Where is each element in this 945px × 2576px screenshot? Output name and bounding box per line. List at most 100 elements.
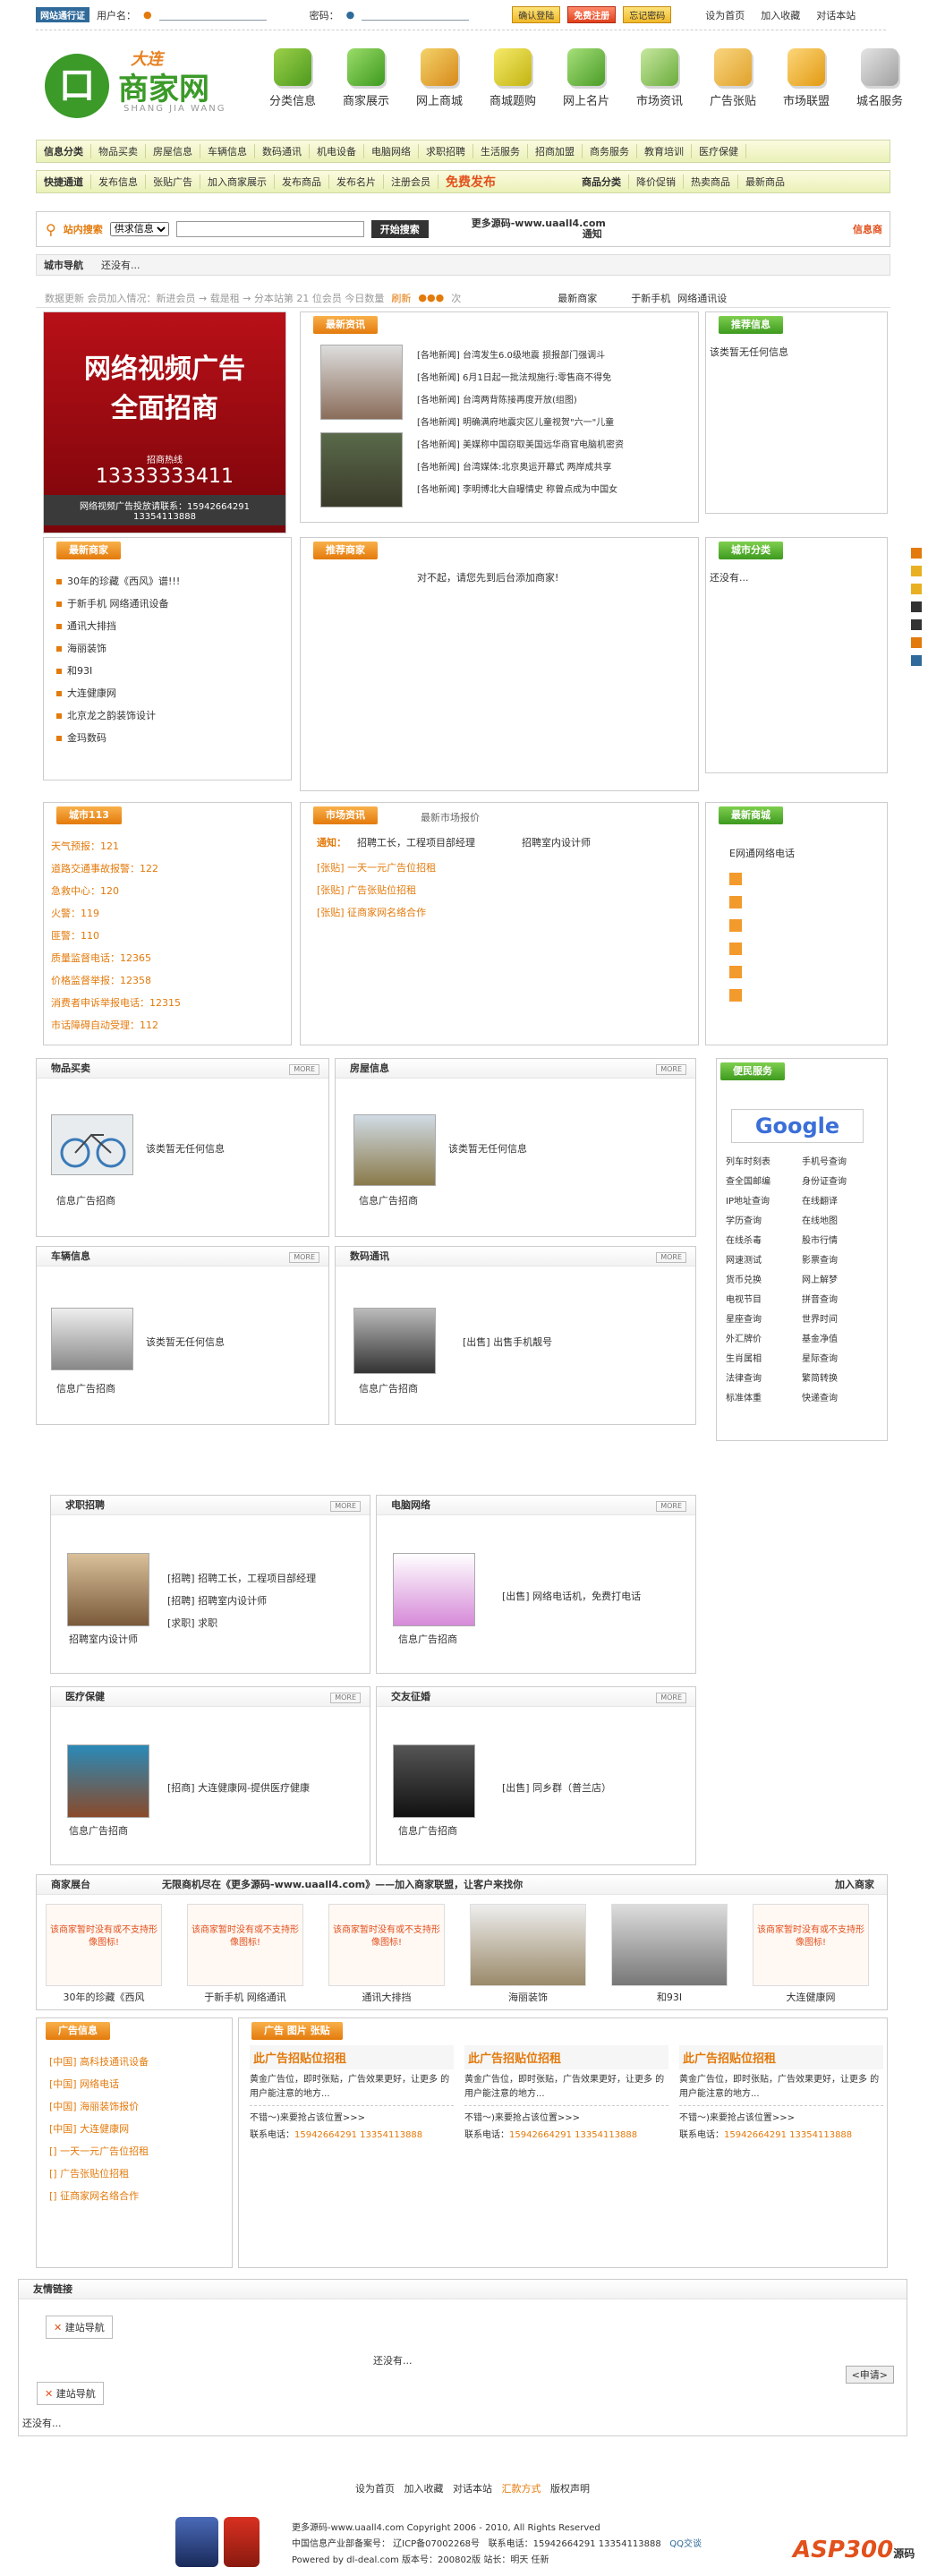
showcase-item[interactable]: 海丽装饰 — [470, 1904, 586, 2004]
service-link[interactable]: 货币兑换 — [726, 1272, 802, 1285]
google-logo[interactable]: Google — [731, 1109, 864, 1143]
phones-tab[interactable]: 城市113 — [56, 806, 122, 824]
merchant-item[interactable]: 北京龙之韵装饰设计 — [56, 704, 180, 727]
market-item[interactable]: [张贴] 广告张贴位招租 — [317, 879, 436, 901]
nav-mall[interactable]: 网上商城 — [406, 48, 472, 129]
add-favorite-link[interactable]: 加入收藏 — [761, 8, 800, 22]
service-link[interactable]: 网速测试 — [726, 1252, 802, 1266]
promo-tab[interactable]: 推荐商家 — [313, 542, 378, 559]
friend-link[interactable]: ✕ 建站导航 — [46, 2316, 113, 2339]
top-icon[interactable] — [911, 655, 922, 666]
nav-alliance[interactable]: 市场联盟 — [773, 48, 839, 129]
city-tab[interactable]: 城市分类 — [719, 542, 783, 559]
service-link[interactable]: 手机号查询 — [802, 1154, 878, 1167]
news-tab[interactable]: 最新资讯 — [313, 316, 378, 334]
car-image[interactable] — [51, 1308, 133, 1370]
showcase-item[interactable]: 该商家暂时没有或不支持形像图标! 于新手机 网络通讯 — [187, 1904, 303, 2004]
more-button[interactable]: MORE — [289, 1252, 319, 1263]
news-item[interactable]: [各地新闻] 6月1日起一批法规施行:零售商不得免 — [417, 367, 624, 389]
service-link[interactable]: 世界时间 — [802, 1311, 878, 1325]
quick-link[interactable]: 加入商家展示 — [200, 175, 275, 189]
password-input[interactable] — [362, 9, 470, 21]
search-button[interactable]: 开始搜索 — [370, 220, 429, 238]
jobs-item[interactable]: [招聘] 招聘室内设计师 — [167, 1590, 316, 1612]
ads-item[interactable]: [中国] 高科技通讯设备 — [49, 2051, 149, 2073]
ad-card-more[interactable]: 不错～)来要抢占该位置>>> — [250, 2105, 454, 2123]
ads-item[interactable]: [中国] 海丽装饰报价 — [49, 2095, 149, 2118]
category-link[interactable]: 商务服务 — [583, 144, 637, 158]
hot-source[interactable]: 更多源码-www.uaall4.com 通知 — [472, 218, 606, 240]
service-link[interactable]: 列车时刻表 — [726, 1154, 802, 1167]
computers-item[interactable]: [出售] 网络电话机，免费打电话 — [502, 1585, 641, 1608]
hotshop-item[interactable]: E网通网络电话 — [729, 846, 795, 860]
shield-badge-icon[interactable] — [224, 2517, 260, 2567]
more-button[interactable]: MORE — [656, 1064, 686, 1075]
nav-ads[interactable]: 广告张贴 — [700, 48, 766, 129]
shop-link[interactable]: 降价促销 — [629, 175, 684, 189]
nav-cards[interactable]: 网上名片 — [553, 48, 619, 129]
gift-icon[interactable] — [911, 637, 922, 648]
footer-link[interactable]: 对话本站 — [453, 2483, 492, 2495]
more-button[interactable]: MORE — [656, 1252, 686, 1263]
showcase-item[interactable]: 该商家暂时没有或不支持形像图标! 大连健康网 — [753, 1904, 869, 2004]
phone-image[interactable] — [353, 1308, 436, 1374]
computer-image[interactable] — [393, 1553, 475, 1626]
merchants-tab[interactable]: 最新商家 — [56, 542, 121, 559]
market-tab[interactable]: 市场资讯 — [313, 806, 378, 824]
newest-item[interactable]: 网络通讯设 — [677, 291, 727, 305]
service-link[interactable]: 股市行情 — [802, 1233, 878, 1246]
category-link[interactable]: 机电设备 — [310, 144, 364, 158]
icp[interactable]: 中国信息产业部备案号： 辽ICP备07002268号 — [292, 2539, 480, 2549]
set-homepage-link[interactable]: 设为首页 — [705, 8, 745, 22]
search-type-select[interactable]: 供求信息 — [109, 222, 169, 236]
more-button[interactable]: MORE — [330, 1693, 361, 1703]
site-logo[interactable]: 口 大连 商家网 SHANG JIA WANG — [45, 39, 233, 129]
category-link[interactable]: 数码通讯 — [255, 144, 310, 158]
nav-domains[interactable]: 城名服务 — [847, 48, 913, 129]
video-ad-banner[interactable]: 网络视频广告 全面招商 招商热线 13333333411 网络视频广告投放请联系… — [43, 311, 286, 533]
service-link[interactable]: 身份证查询 — [802, 1173, 878, 1187]
category-link[interactable]: 电脑网络 — [364, 144, 419, 158]
ads-item[interactable]: [中国] 网络电话 — [49, 2073, 149, 2095]
free-post-link[interactable]: 免费发布 — [438, 173, 503, 191]
quick-link[interactable]: 发布商品 — [275, 175, 329, 189]
merchant-item[interactable]: 于新手机 网络通讯设备 — [56, 593, 180, 615]
service-link[interactable]: 在线翻译 — [802, 1193, 878, 1207]
category-link[interactable]: 求职招聘 — [419, 144, 473, 158]
more-button[interactable]: MORE — [289, 1064, 319, 1075]
dating-item[interactable]: [出售] 同乡群（普兰店） — [502, 1777, 611, 1799]
news-item[interactable]: [各地新闻] 台湾两背陈接再度开放(组图) — [417, 389, 624, 412]
username-input[interactable] — [158, 9, 267, 21]
house-image[interactable] — [353, 1114, 436, 1186]
health-item[interactable]: [招商] 大连健康网-提供医疗健康 — [167, 1777, 310, 1799]
news-thumb-2[interactable] — [320, 432, 403, 508]
merchant-item[interactable]: 海丽装饰 — [56, 637, 180, 660]
shop-link[interactable]: 最新商品 — [738, 175, 792, 189]
service-link[interactable]: 在线杀毒 — [726, 1233, 802, 1246]
nav-mall-pick[interactable]: 商城题购 — [480, 48, 546, 129]
category-link[interactable]: 医疗保健 — [692, 144, 746, 158]
search-input[interactable] — [175, 221, 364, 237]
police-badge-icon[interactable] — [175, 2517, 218, 2567]
ad-card[interactable]: 此广告招贴位招租 黄金广告位，即时张贴，广告效果更好，让更多 的用户能注意的地方… — [250, 2045, 454, 2140]
bicycle-image[interactable] — [51, 1114, 133, 1175]
merchant-item[interactable]: 大连健康网 — [56, 682, 180, 704]
quick-link[interactable]: 发布信息 — [91, 175, 146, 189]
merchant-item[interactable]: 金玛数码 — [56, 727, 180, 749]
apply-link-button[interactable]: <申请> — [845, 2366, 894, 2384]
service-link[interactable]: 影票查询 — [802, 1252, 878, 1266]
market-item[interactable]: [张贴] 征商家网名络合作 — [317, 901, 436, 924]
showcase-item[interactable]: 该商家暂时没有或不支持形像图标! 通讯大排挡 — [328, 1904, 445, 2004]
more-button[interactable]: MORE — [656, 1693, 686, 1703]
footer-link[interactable]: 版权声明 — [550, 2483, 590, 2495]
news-item[interactable]: [各地新闻] 美媒称中国窃取美国远华商官电脑机密资 — [417, 434, 624, 456]
showcase-item[interactable]: 该商家暂时没有或不支持形像图标! 30年的珍藏《西风 — [46, 1904, 162, 2004]
health-image[interactable] — [67, 1744, 149, 1818]
ad-card-more[interactable]: 不错～)来要抢占该位置>>> — [464, 2105, 668, 2123]
news-item[interactable]: [各地新闻] 李明博北大自曝情史 称曾点成为中国女 — [417, 479, 624, 501]
category-link[interactable]: 物品买卖 — [91, 144, 146, 158]
more-button[interactable]: MORE — [656, 1501, 686, 1512]
jobs-item[interactable]: [招聘] 招聘工长，工程项目部经理 — [167, 1567, 316, 1590]
jobs-image[interactable] — [67, 1553, 149, 1626]
news-item[interactable]: [各地新闻] 台湾媒体:北京奥运开幕式 两岸成共享 — [417, 456, 624, 479]
